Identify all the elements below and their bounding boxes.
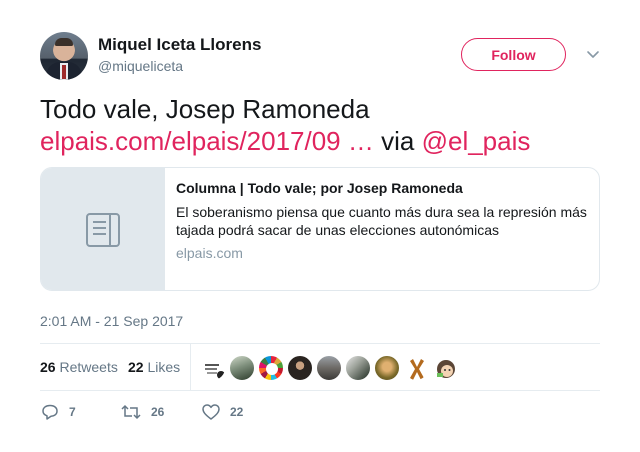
tweet-text-line2: elpais.com/elpais/2017/09 … via @el_pais: [40, 125, 610, 157]
retweets-stat[interactable]: 26 Retweets: [40, 359, 118, 375]
liker-avatar[interactable]: [374, 355, 400, 381]
liker-avatar[interactable]: [287, 355, 313, 381]
retweets-count: 26: [40, 359, 56, 375]
reply-action[interactable]: 7: [40, 400, 76, 424]
retweet-action[interactable]: 26: [120, 400, 164, 424]
link-ellipsis[interactable]: …: [348, 126, 374, 156]
link-card[interactable]: Columna | Todo vale; por Josep Ramoneda …: [40, 167, 600, 291]
author-name[interactable]: Miquel Iceta Llorens: [98, 35, 261, 55]
card-title: Columna | Todo vale; por Josep Ramoneda: [176, 180, 463, 196]
retweets-label: Retweets: [59, 359, 118, 375]
author-avatar[interactable]: [40, 32, 88, 80]
card-description: El soberanismo piensa que cuanto más dur…: [176, 204, 587, 238]
retweet-count: 26: [151, 405, 165, 419]
tweet-timestamp[interactable]: 2:01 AM - 21 Sep 2017: [40, 313, 183, 329]
liker-avatar[interactable]: [403, 355, 429, 381]
tweet-text: Todo vale, Josep Ramoneda elpais.com/elp…: [40, 93, 610, 157]
tweet-header: Miquel Iceta Llorens @miqueliceta Follow: [40, 32, 600, 80]
card-body: Columna | Todo vale; por Josep Ramoneda …: [176, 180, 591, 261]
mention-link[interactable]: @el_pais: [422, 126, 531, 156]
chevron-down-icon[interactable]: [585, 46, 601, 62]
follow-button[interactable]: Follow: [461, 38, 566, 71]
likes-stat[interactable]: 22 Likes: [128, 359, 180, 375]
liker-avatar[interactable]: [345, 355, 371, 381]
card-domain: elpais.com: [176, 245, 243, 261]
article-link[interactable]: elpais.com/elpais/2017/09: [40, 126, 341, 156]
reply-icon: [42, 404, 58, 420]
retweet-icon: [121, 404, 141, 420]
like-action[interactable]: 22: [201, 400, 243, 424]
via-label: via: [381, 126, 415, 156]
liker-avatar[interactable]: [200, 355, 226, 381]
heart-icon: [202, 404, 220, 420]
stats-divider: [190, 344, 191, 391]
tweet-text-line1: Todo vale, Josep Ramoneda: [40, 94, 370, 124]
likes-label: Likes: [147, 359, 181, 375]
author-handle[interactable]: @miqueliceta: [98, 58, 183, 74]
liker-avatar[interactable]: [432, 355, 458, 381]
tweet-stats: 26 Retweets 22 Likes: [40, 343, 600, 391]
like-count: 22: [230, 405, 244, 419]
reply-count: 7: [69, 405, 76, 419]
likes-count: 22: [128, 359, 144, 375]
document-icon: [86, 213, 120, 247]
liker-avatar[interactable]: [316, 355, 342, 381]
liker-avatar[interactable]: [258, 355, 284, 381]
avatar-tie: [62, 65, 66, 79]
liker-avatar[interactable]: [229, 355, 255, 381]
card-thumbnail: [41, 168, 165, 290]
tweet-actions: 7 26 22: [40, 400, 600, 424]
avatar-hair: [55, 38, 73, 46]
